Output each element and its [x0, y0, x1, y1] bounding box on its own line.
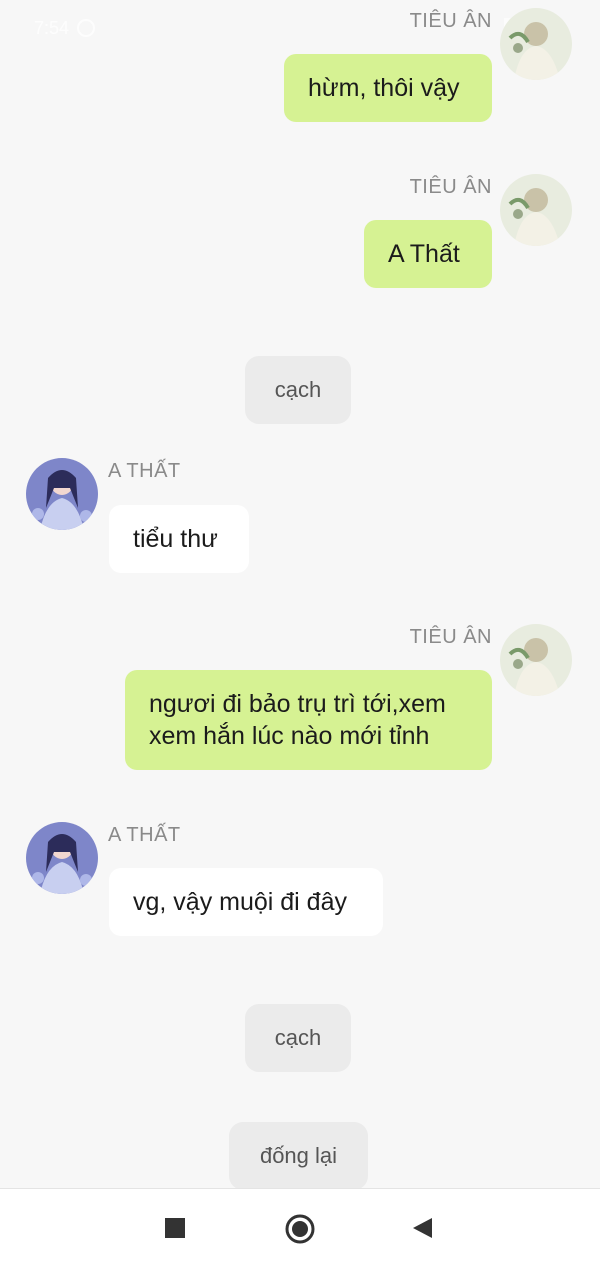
navigation-bar — [0, 1188, 600, 1268]
message-bubble[interactable]: tiểu thư — [109, 505, 249, 573]
message-text-line: ngươi đi bảo trụ trì tới,xem — [149, 690, 446, 718]
narration-bubble[interactable]: đống lại — [229, 1122, 368, 1190]
notification-icon — [77, 19, 96, 37]
triangle-back-icon — [413, 1218, 432, 1238]
message-text: A Thất — [388, 240, 460, 268]
sender-name: A THẤT — [108, 824, 181, 846]
message-bubble[interactable]: A Thất — [364, 220, 492, 288]
avatar-a-that[interactable] — [26, 458, 98, 530]
square-icon — [165, 1218, 185, 1238]
status-time: 7:54 — [34, 17, 70, 38]
narration-text: cạch — [274, 377, 322, 402]
message-text: tiểu thư — [133, 525, 218, 553]
avatar-tieu-an[interactable] — [500, 624, 572, 696]
narration-text: đống lại — [259, 1143, 338, 1168]
message-bubble[interactable]: ngươi đi bảo trụ trì tới,xem xem hắn lúc… — [125, 670, 492, 770]
narration-bubble[interactable]: cạch — [245, 1004, 351, 1072]
avatar-a-that[interactable] — [26, 822, 98, 894]
avatar-tieu-an[interactable] — [500, 174, 572, 246]
back-button[interactable] — [408, 1213, 438, 1243]
message-text-line: xem hắn lúc nào mới tỉnh — [149, 722, 430, 750]
message-bubble[interactable]: hừm, thôi vậy — [284, 54, 492, 122]
sender-name: TIÊU ÂN — [409, 626, 492, 648]
message-text: vg, vậy muội đi đây — [133, 888, 347, 916]
recents-button[interactable] — [160, 1213, 190, 1243]
narration-text: cạch — [274, 1025, 322, 1050]
circle-icon — [285, 1214, 315, 1244]
narration-bubble[interactable]: cạch — [245, 356, 351, 424]
home-button[interactable] — [284, 1213, 315, 1244]
sender-name: TIÊU ÂN — [409, 176, 492, 198]
avatar-tieu-an[interactable] — [500, 8, 572, 80]
sender-name: TIÊU ÂN — [409, 10, 492, 32]
sender-name: A THẤT — [108, 460, 181, 482]
status-bar: 7:54 — [34, 16, 96, 40]
message-bubble[interactable]: vg, vậy muội đi đây — [109, 868, 383, 936]
message-text: hừm, thôi vậy — [308, 74, 460, 102]
